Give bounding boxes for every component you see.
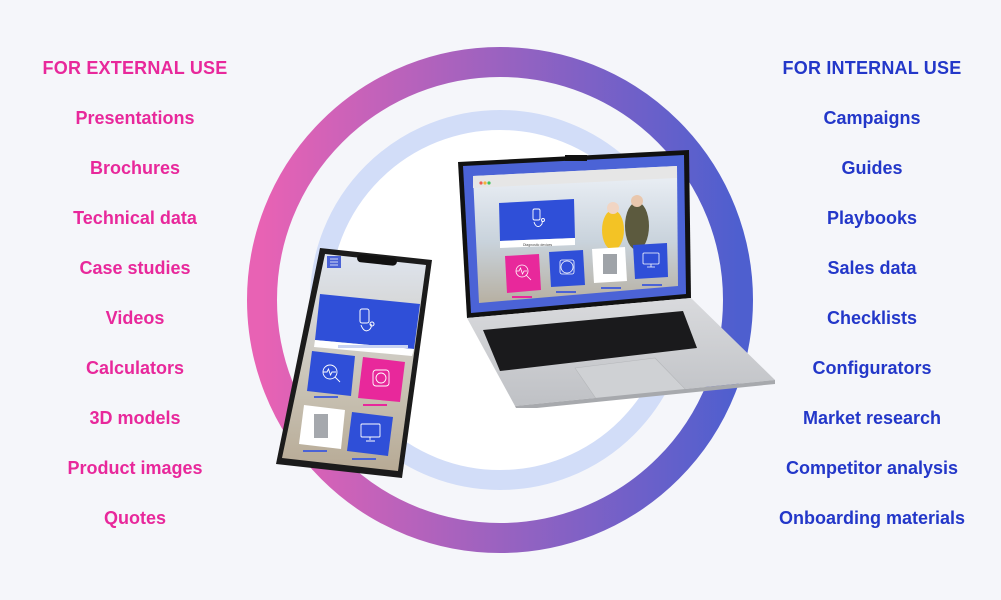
phone-tile-scanner[interactable]	[358, 357, 405, 402]
internal-item: Playbooks	[826, 208, 918, 228]
internal-item: Sales data	[827, 258, 917, 278]
tile-monitor[interactable]	[633, 243, 668, 279]
external-item: Calculators	[85, 358, 185, 378]
laptop-illustration: Diagnostic devices	[458, 150, 775, 408]
window-dot-yellow	[483, 181, 487, 185]
laptop-notch	[565, 155, 587, 161]
external-item: Presentations	[75, 108, 195, 128]
window-dot-red	[479, 181, 483, 185]
hero-caption: Diagnostic devices	[523, 243, 552, 247]
internal-item: Market research	[802, 408, 942, 428]
phone-illustration	[276, 248, 432, 478]
external-item: Videos	[105, 308, 165, 328]
photo-person-green	[625, 202, 649, 250]
window-dot-green	[487, 181, 491, 185]
external-item: Brochures	[89, 158, 181, 178]
internal-use-heading: FOR INTERNAL USE	[782, 58, 962, 78]
external-item: Quotes	[103, 508, 166, 528]
internal-item: Checklists	[826, 308, 918, 328]
internal-item: Configurators	[812, 358, 932, 378]
internal-item: Guides	[841, 158, 903, 178]
external-use-heading: FOR EXTERNAL USE	[42, 58, 228, 78]
external-item: Product images	[67, 458, 203, 478]
external-item: Technical data	[73, 208, 197, 228]
phone-tile-monitor[interactable]	[347, 412, 393, 456]
photo-person-yellow	[602, 210, 624, 250]
external-item: Case studies	[79, 258, 191, 278]
internal-item: Onboarding materials	[778, 508, 966, 528]
external-item: 3D models	[89, 408, 181, 428]
device-photo-icon	[314, 414, 328, 438]
tile-scanner[interactable]	[549, 250, 585, 287]
internal-item: Campaigns	[823, 108, 921, 128]
device-photo-icon	[603, 254, 617, 274]
internal-item: Competitor analysis	[785, 458, 959, 478]
